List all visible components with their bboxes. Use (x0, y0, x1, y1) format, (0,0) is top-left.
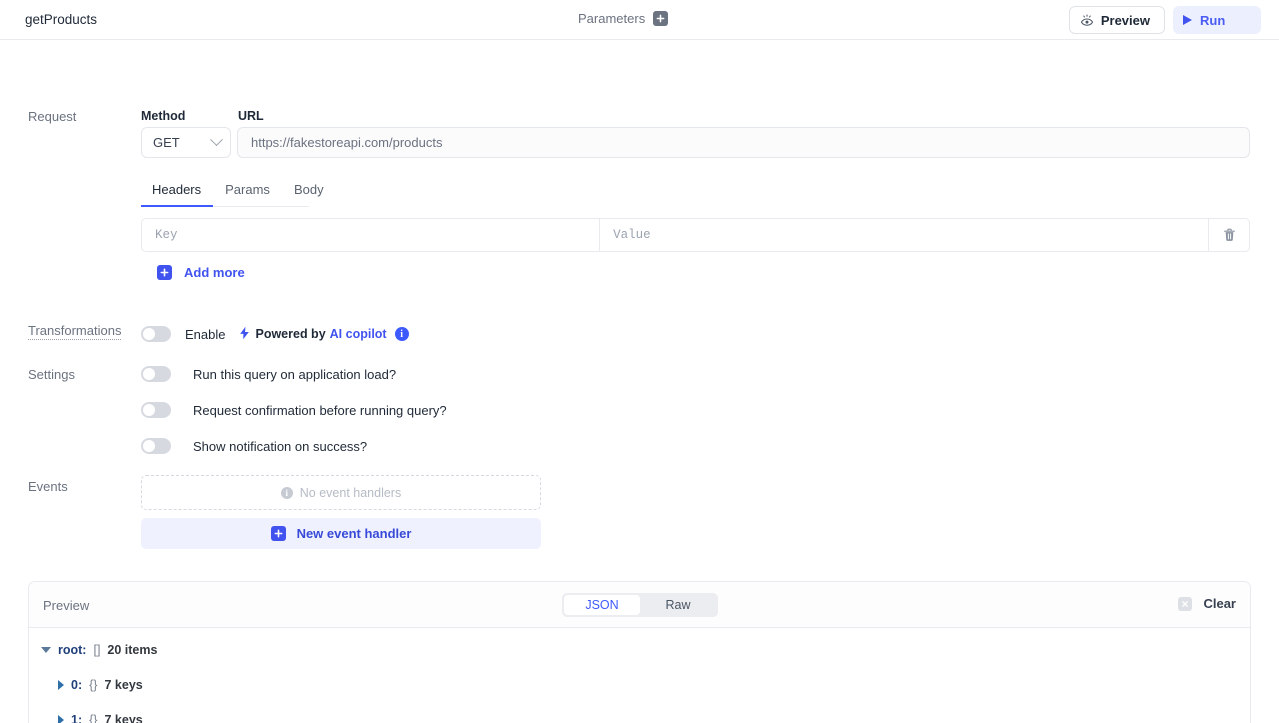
show-notification-label: Show notification on success? (193, 438, 368, 454)
tab-body[interactable]: Body (282, 182, 336, 206)
top-bar-actions: Preview Run (1068, 6, 1261, 34)
add-more-button[interactable]: Add more (157, 265, 245, 280)
transformations-enable-toggle[interactable] (141, 326, 171, 342)
clear-button[interactable]: Clear (1178, 596, 1236, 611)
plus-icon (157, 265, 172, 280)
json-tree-view: root: [] 20 items 0: {} 7 keys 1: {} 7 k… (29, 628, 1250, 723)
trash-icon (1223, 228, 1235, 241)
json-node-1[interactable]: 1: {} 7 keys (58, 708, 1250, 723)
delete-header-button[interactable] (1209, 219, 1249, 251)
add-more-label: Add more (184, 265, 245, 280)
setting-show-notification: Show notification on success? (141, 438, 367, 454)
json-node-count: 7 keys (104, 712, 143, 723)
clear-button-label: Clear (1203, 596, 1236, 611)
request-confirmation-label: Request confirmation before running quer… (193, 402, 447, 418)
preview-button[interactable]: Preview (1068, 6, 1165, 34)
tab-headers[interactable]: Headers (141, 182, 214, 207)
json-node-key: 0: (71, 677, 83, 692)
preview-panel-header: Preview JSON Raw Clear (29, 582, 1250, 628)
json-node-brace: [] (93, 642, 101, 657)
url-label: URL (238, 109, 264, 123)
lightning-bolt-icon (239, 326, 250, 342)
json-node-count: 7 keys (104, 677, 143, 692)
new-event-handler-label: New event handler (296, 526, 412, 541)
section-label-request: Request (28, 109, 77, 124)
info-icon: i (280, 486, 293, 499)
json-node-key: 1: (71, 712, 83, 723)
run-on-load-label: Run this query on application load? (193, 366, 397, 382)
no-event-handlers-placeholder: i No event handlers (141, 475, 541, 510)
plus-icon (656, 14, 665, 23)
json-node-brace: {} (89, 677, 98, 692)
new-event-handler-button[interactable]: New event handler (141, 518, 541, 549)
view-mode-raw[interactable]: Raw (640, 595, 716, 615)
tab-headers-label: Headers (152, 182, 202, 197)
show-notification-toggle[interactable] (141, 438, 171, 454)
setting-run-on-load: Run this query on application load? (141, 366, 396, 382)
json-node-root[interactable]: root: [] 20 items (41, 638, 1250, 661)
headers-table: Key Value (141, 218, 1250, 252)
section-label-transformations: Transformations (28, 323, 122, 340)
query-title: getProducts (25, 12, 98, 27)
request-confirmation-toggle[interactable] (141, 402, 171, 418)
section-label-events: Events (28, 479, 68, 494)
preview-panel-title: Preview (43, 598, 90, 613)
ai-copilot-link[interactable]: AI copilot (330, 327, 387, 341)
method-label: Method (141, 109, 186, 123)
url-input[interactable] (237, 127, 1250, 158)
chevron-down-icon (210, 133, 223, 147)
caret-right-icon[interactable] (58, 714, 64, 723)
json-node-count: 20 items (107, 642, 158, 657)
view-mode-raw-label: Raw (665, 598, 691, 612)
preview-button-label: Preview (1100, 12, 1150, 28)
view-mode-json-label: JSON (585, 598, 619, 612)
run-button[interactable]: Run (1173, 6, 1261, 34)
powered-by-label: Powered by (255, 327, 326, 341)
setting-request-confirmation: Request confirmation before running quer… (141, 402, 447, 418)
header-key-input[interactable]: Key (142, 219, 601, 251)
request-tabs: Headers Params Body (141, 182, 324, 207)
view-mode-json[interactable]: JSON (564, 595, 640, 615)
preview-view-mode-toggle: JSON Raw (562, 593, 718, 617)
section-label-settings: Settings (28, 367, 75, 382)
header-value-input[interactable]: Value (600, 219, 1209, 251)
add-parameter-button[interactable] (653, 11, 669, 26)
transformations-row: Enable Powered by AI copilot i (141, 326, 409, 342)
header-value-placeholder: Value (613, 228, 651, 242)
header-key-placeholder: Key (155, 228, 178, 242)
eye-icon (1080, 14, 1093, 26)
info-icon[interactable]: i (394, 327, 409, 341)
json-node-key: root: (58, 642, 87, 657)
run-button-label: Run (1200, 12, 1226, 28)
transformations-label-text: Transformations (28, 323, 122, 340)
play-icon (1183, 15, 1192, 25)
caret-right-icon[interactable] (58, 679, 64, 690)
parameters-label: Parameters (578, 11, 646, 26)
tab-params-label: Params (225, 182, 270, 197)
transformations-enable-label: Enable (185, 326, 226, 342)
tab-params[interactable]: Params (213, 182, 282, 206)
plus-icon (270, 526, 286, 541)
close-icon (1178, 596, 1193, 611)
method-select-value: GET (153, 135, 180, 150)
method-select[interactable]: GET (141, 127, 231, 158)
parameters-group: Parameters (578, 11, 669, 26)
top-bar: getProducts Parameters Preview Run (0, 0, 1279, 40)
no-event-handlers-label: No event handlers (299, 485, 402, 500)
preview-panel: Preview JSON Raw Clear root: [] 20 items (28, 581, 1251, 723)
tab-body-label: Body (293, 182, 324, 197)
json-node-0[interactable]: 0: {} 7 keys (58, 673, 1250, 696)
caret-down-icon[interactable] (41, 646, 51, 653)
json-node-brace: {} (89, 712, 98, 723)
run-on-load-toggle[interactable] (141, 366, 171, 382)
